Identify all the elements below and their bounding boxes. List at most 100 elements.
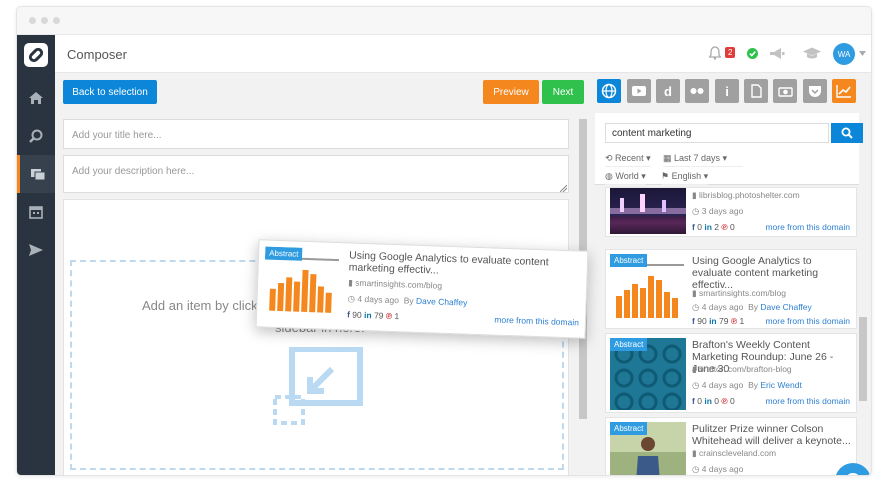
language-dropdown[interactable]: ⚑ English ▾	[661, 171, 709, 185]
window-dot[interactable]	[29, 17, 36, 24]
dragged-domain: ▮ smartinsights.com/blog	[348, 277, 443, 291]
result-time: ◷ 4 days ago By Dave Chaffey	[692, 302, 812, 312]
d-label: d	[664, 83, 672, 99]
abstract-badge: Abstract	[610, 254, 648, 267]
result-card[interactable]: Abstract Pulitzer Prize winner Colson Wh…	[605, 417, 857, 475]
more-from-domain-link[interactable]: more from this domain	[765, 396, 850, 406]
result-card[interactable]: ▮ librisblog.photoshelter.com ◷ 3 days a…	[605, 187, 857, 237]
document-source-button[interactable]	[744, 79, 768, 103]
result-thumbnail[interactable]	[610, 188, 686, 234]
pinterest-count: 1	[394, 311, 400, 322]
graduation-cap-icon[interactable]	[803, 47, 821, 60]
trending-source-button[interactable]	[832, 79, 856, 103]
youtube-source-button[interactable]	[627, 79, 651, 103]
more-from-domain-link[interactable]: more from this domain	[765, 316, 850, 326]
composer-icon[interactable]	[17, 155, 55, 193]
abstract-badge: Abstract	[610, 422, 648, 435]
info-source-button[interactable]: i	[715, 79, 739, 103]
send-icon[interactable]	[17, 231, 55, 269]
date-dropdown[interactable]: ▦ Last 7 days ▾	[663, 153, 743, 167]
pinterest-count: 1	[739, 316, 745, 326]
result-thumbnail[interactable]: Abstract	[610, 338, 686, 410]
sort-label: Recent	[615, 153, 644, 163]
result-domain: ▮ crainscleveland.com	[692, 448, 777, 458]
search-icon	[841, 127, 853, 139]
window-dot[interactable]	[53, 17, 60, 24]
next-button[interactable]: Next	[542, 80, 584, 104]
linkedin-count: 79	[373, 310, 384, 321]
language-label: English	[671, 171, 702, 181]
result-time: ◷ 4 days ago By Eric Wendt	[692, 380, 802, 390]
linkedin-count: 0	[714, 396, 719, 406]
bell-icon[interactable]	[709, 46, 721, 60]
author-link: Dave Chaffey	[415, 295, 468, 308]
page-title: Composer	[67, 47, 127, 62]
app-logo[interactable]	[24, 43, 48, 67]
preview-button[interactable]: Preview	[483, 80, 539, 104]
search-icon[interactable]	[17, 117, 55, 155]
domain-text: librisblog.photoshelter.com	[699, 190, 800, 200]
result-thumbnail[interactable]: Abstract	[610, 254, 686, 326]
domain-text: brafton.com/brafton-blog	[699, 364, 792, 374]
home-icon[interactable]	[17, 79, 55, 117]
region-label: World	[615, 171, 639, 181]
result-stats: f 0 in 2 ℗ 0	[692, 222, 735, 232]
domain-text: smartinsights.com/blog	[355, 277, 443, 291]
time-text: 4 days ago	[701, 464, 744, 474]
pocket-icon	[809, 85, 821, 97]
result-domain: ▮ librisblog.photoshelter.com	[692, 190, 800, 200]
search-filters: content marketing ⟲ Recent ▾ ▦ Last 7 da…	[595, 113, 863, 185]
result-stats: f 0 in 0 ℗ 0	[692, 396, 735, 406]
check-circle-icon[interactable]	[747, 48, 758, 59]
title-input[interactable]: Add your title here...	[63, 119, 569, 149]
chevron-down-icon[interactable]	[859, 51, 866, 56]
megaphone-icon[interactable]	[769, 47, 785, 60]
camera-source-button[interactable]	[773, 79, 797, 103]
dragged-thumbnail: Abstract	[262, 246, 342, 322]
window-dot[interactable]	[41, 17, 48, 24]
flickr-source-button[interactable]	[685, 79, 709, 103]
result-title[interactable]: Using Google Analytics to evaluate conte…	[692, 255, 852, 291]
avatar[interactable]: WA	[833, 43, 855, 65]
result-domain: ▮ smartinsights.com/blog	[692, 288, 786, 298]
domain-text: smartinsights.com/blog	[699, 288, 786, 298]
result-thumbnail[interactable]: Abstract	[610, 422, 686, 475]
domain-text: crainscleveland.com	[699, 448, 777, 458]
drop-image-icon	[273, 347, 363, 425]
time-text: 4 days ago	[701, 302, 744, 312]
chart-line-icon	[836, 85, 851, 98]
result-card[interactable]: Abstract Using Google Analytics to evalu…	[605, 249, 857, 329]
facebook-count: 90	[352, 309, 362, 320]
dragged-time: ◷ 4 days ago By Dave Chaffey	[347, 293, 468, 308]
time-text: 4 days ago	[357, 293, 400, 306]
back-to-selection-button[interactable]: Back to selection	[63, 80, 157, 104]
facebook-count: 90	[697, 316, 707, 326]
sort-dropdown[interactable]: ⟲ Recent ▾	[605, 153, 651, 167]
date-label: Last 7 days	[674, 153, 721, 163]
dragged-item[interactable]: Abstract Using Google Analytics to evalu…	[255, 239, 589, 339]
time-text: 4 days ago	[701, 380, 744, 390]
description-input[interactable]: Add your description here...	[63, 155, 569, 193]
flickr-icon	[690, 88, 704, 94]
dragged-title: Using Google Analytics to evaluate conte…	[348, 249, 549, 277]
author-link[interactable]: Eric Wendt	[760, 380, 801, 390]
results-scrollbar[interactable]	[859, 317, 867, 401]
left-nav	[17, 35, 55, 475]
globe-icon	[601, 83, 617, 99]
pocket-source-button[interactable]	[803, 79, 827, 103]
result-title[interactable]: Pulitzer Prize winner Colson Whitehead w…	[692, 423, 852, 447]
more-from-domain-link[interactable]: more from this domain	[765, 222, 850, 232]
calendar-icon[interactable]	[17, 193, 55, 231]
app-window: Composer 2 WA Back to selection Preview …	[16, 6, 872, 476]
d-source-button[interactable]: d	[656, 79, 680, 103]
result-card[interactable]: Abstract Brafton's Weekly Content Market…	[605, 333, 857, 413]
search-button[interactable]	[831, 123, 863, 143]
window-chrome	[17, 7, 871, 35]
region-dropdown[interactable]: ◍ World ▾	[605, 171, 646, 185]
web-source-button[interactable]	[597, 79, 621, 103]
resize-handle-icon[interactable]	[560, 185, 567, 192]
notification-badge[interactable]: 2	[725, 47, 736, 58]
abstract-badge: Abstract	[264, 246, 303, 261]
search-input[interactable]: content marketing	[605, 123, 829, 143]
author-link[interactable]: Dave Chaffey	[760, 302, 811, 312]
